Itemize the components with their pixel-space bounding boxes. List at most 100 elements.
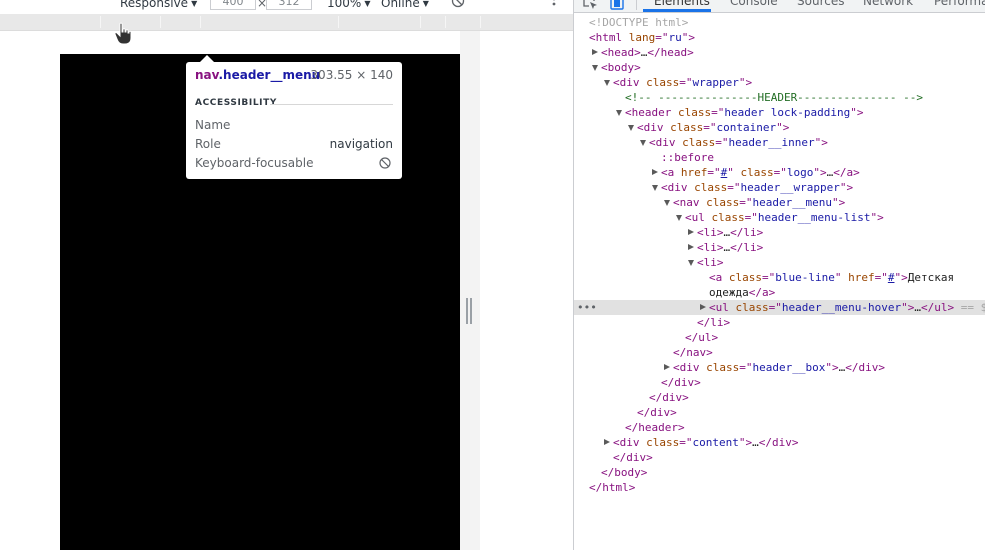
dom-node[interactable]: </ul> [574,330,985,345]
dom-token: ru [668,31,682,44]
dom-node[interactable]: <div class="header__wrapper"> [574,180,985,195]
dom-node-text: <!DOCTYPE html> [589,15,688,30]
dom-node-text: <html lang="ru"> [589,30,695,45]
selected-node-reference: == $0 [960,301,985,314]
dom-node[interactable]: </div> [574,405,985,420]
dom-node[interactable]: </nav> [574,345,985,360]
height-input[interactable]: 312 [266,0,312,10]
resize-handle[interactable] [466,298,472,324]
tab-separator [636,0,637,10]
dom-node[interactable]: </header> [574,420,985,435]
dom-node[interactable]: одежда</a> [574,285,985,300]
dom-node[interactable]: </div> [574,450,985,465]
dom-token: =" [711,106,725,119]
dom-node[interactable]: </body> [574,465,985,480]
device-toggle-icon[interactable] [609,0,625,10]
tab-sources[interactable]: Sources [797,0,844,8]
tab-elements[interactable]: Elements [654,0,710,8]
media-query-ruler[interactable] [0,14,573,31]
collapsed-triangle-icon[interactable] [700,304,706,310]
collapsed-triangle-icon[interactable] [652,169,658,175]
dom-node-text: </div> [613,450,653,465]
dom-token: header__inner [728,136,815,149]
dom-token: </div> [613,451,653,464]
dom-node-text: </div> [637,405,677,420]
dom-node[interactable]: <header class="header lock-padding"> [574,105,985,120]
inspect-element-icon[interactable] [582,0,598,10]
collapsed-triangle-icon[interactable] [688,244,694,250]
expanded-triangle-icon[interactable] [676,215,682,221]
dom-node[interactable]: <div class="container"> [574,120,985,135]
dom-node[interactable]: <div class="content">…</div> [574,435,985,450]
collapsed-triangle-icon[interactable] [664,364,670,370]
dom-token: "> [776,121,790,134]
dom-node-text: <div class="content">…</div> [613,435,798,450]
dom-node[interactable]: </div> [574,375,985,390]
dom-token: =" [707,166,721,179]
dom-token: header lock-padding [724,106,851,119]
dom-token: <div [613,76,647,89]
dom-node[interactable]: <head>…</head> [574,45,985,60]
device-toolbar: Responsive ▼ 400 × 312 100% ▼ Online ▼ [0,0,573,14]
node-actions-icon[interactable]: ••• [577,300,597,315]
dom-node[interactable]: </li> [574,315,985,330]
tooltip-row-label: Role [195,137,221,151]
tab-network[interactable]: Network [863,0,913,8]
dom-token: <nav [673,196,707,209]
dom-node[interactable]: </div> [574,390,985,405]
expanded-triangle-icon[interactable] [592,65,598,71]
more-options-icon[interactable] [552,0,556,10]
tooltip-row-label: Keyboard-focusable [195,156,314,170]
expanded-triangle-icon[interactable] [604,80,610,86]
dom-node-selected[interactable]: ••• <ul class="header__menu-hover">…</ul>… [574,300,985,315]
dom-node[interactable]: <li>…</li> [574,225,985,240]
dom-node[interactable]: <!DOCTYPE html> [574,15,985,30]
throttle-select[interactable]: Online ▼ [381,0,429,10]
collapsed-triangle-icon[interactable] [688,229,694,235]
dom-node-text: <head>…</head> [601,45,694,60]
dom-node-text: <div class="wrapper"> [613,75,752,90]
dom-node[interactable]: </html> [574,480,985,495]
dom-token: href [848,271,875,284]
dom-node-text: </html> [589,480,635,495]
dom-token: "> [825,361,839,374]
dom-node[interactable]: <a href="#" class="logo">…</a> [574,165,985,180]
devtools-panel: Elements Console Sources Network Perform… [573,0,985,550]
tooltip-tag-name: nav [195,68,219,82]
rotate-icon[interactable] [451,0,465,8]
device-select[interactable]: Responsive ▼ [120,0,197,10]
dom-node[interactable]: <!-- ---------------HEADER--------------… [574,90,985,105]
dom-token: header__wrapper [740,181,840,194]
dom-node[interactable]: <a class="blue-line" href="#">Детская [574,270,985,285]
dom-node-text: </ul> [685,330,718,345]
expanded-triangle-icon[interactable] [688,260,694,266]
tooltip-size: 303.55 × 140 [310,68,393,82]
dom-node[interactable]: <html lang="ru"> [574,30,985,45]
expanded-triangle-icon[interactable] [664,200,670,206]
collapsed-triangle-icon[interactable] [604,439,610,445]
tab-console[interactable]: Console [730,0,778,8]
dom-token: "> [813,166,827,179]
dom-node[interactable]: <div class="wrapper"> [574,75,985,90]
dom-node-text: <a href="#" class="logo">…</a> [661,165,860,180]
dom-token: </div> [661,376,701,389]
dom-node[interactable]: <ul class="header__menu-list"> [574,210,985,225]
collapsed-triangle-icon[interactable] [592,49,598,55]
dom-node[interactable]: <li>…</li> [574,240,985,255]
expanded-triangle-icon[interactable] [628,125,634,131]
width-input[interactable]: 400 [210,0,256,10]
dom-token: =" [703,121,717,134]
dom-node[interactable]: <body> [574,60,985,75]
dom-node[interactable]: <div class="header__inner"> [574,135,985,150]
expanded-triangle-icon[interactable] [616,110,622,116]
dom-node-text: <div class="header__inner"> [649,135,828,150]
dom-node[interactable]: <div class="header__box">…</div> [574,360,985,375]
zoom-select[interactable]: 100% ▼ [327,0,370,10]
dom-node[interactable]: <nav class="header__menu"> [574,195,985,210]
dom-node[interactable]: ::before [574,150,985,165]
dom-node-text: <div class="header__box">…</div> [673,360,885,375]
dom-node[interactable]: <li> [574,255,985,270]
tab-performance[interactable]: Performa [934,0,985,8]
expanded-triangle-icon[interactable] [652,185,658,191]
expanded-triangle-icon[interactable] [640,140,646,146]
